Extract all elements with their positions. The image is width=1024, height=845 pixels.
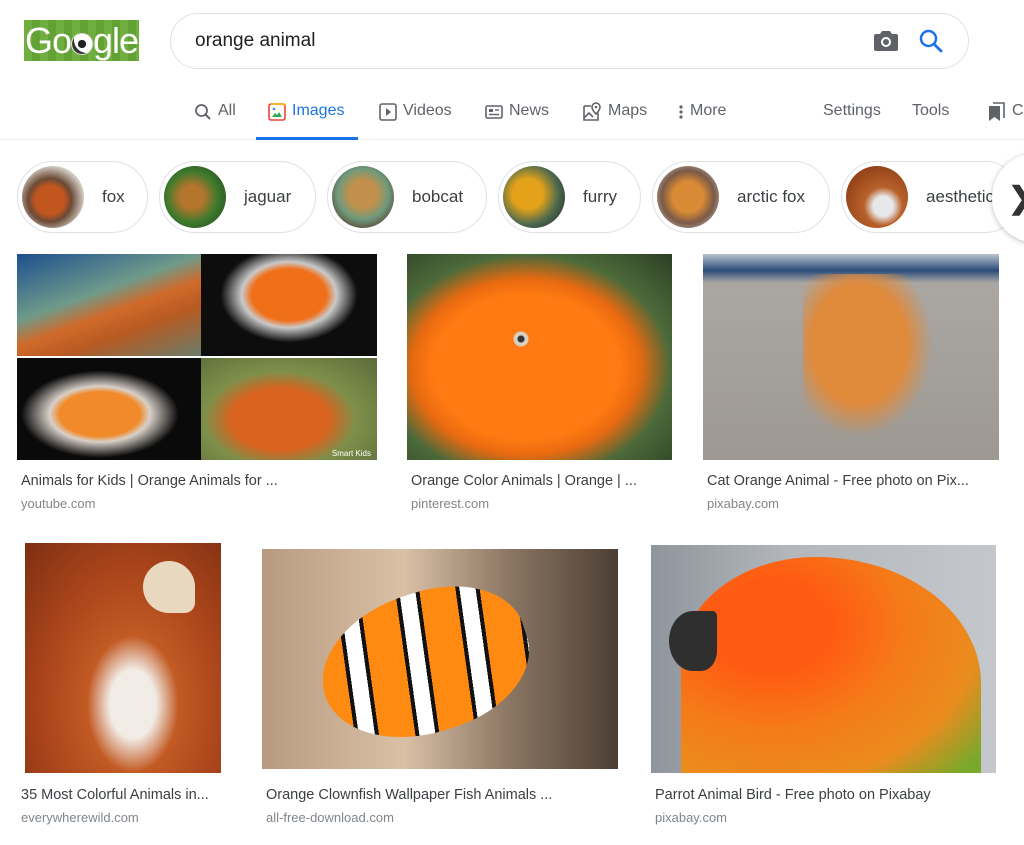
result-source[interactable]: everywherewild.com (21, 810, 139, 825)
tab-label: Videos (403, 102, 452, 119)
parrot-beak (669, 611, 717, 671)
chip-furry[interactable]: furry (498, 161, 641, 233)
tools-link[interactable]: Tools (912, 88, 949, 140)
settings-link[interactable]: Settings (823, 88, 881, 140)
news-icon (485, 102, 503, 122)
tab-images[interactable]: Images (256, 88, 359, 140)
tab-maps[interactable]: Maps (582, 88, 647, 140)
chip-arctic-fox[interactable]: arctic fox (652, 161, 830, 233)
result-title[interactable]: Cat Orange Animal - Free photo on Pix... (707, 473, 969, 489)
tab-news[interactable]: News (485, 88, 549, 140)
result-thumbnail (262, 549, 618, 769)
result-title[interactable]: 35 Most Colorful Animals in... (21, 787, 209, 803)
chip-label: bobcat (412, 187, 464, 206)
search-icon[interactable] (918, 28, 944, 54)
chip-jaguar[interactable]: jaguar (159, 161, 316, 233)
tab-label: All (218, 102, 236, 119)
chip-thumbnail (503, 166, 565, 228)
crayfish-photo (17, 358, 201, 460)
chevron-right-icon: ❯ (1008, 181, 1024, 216)
result-title[interactable]: Parrot Animal Bird - Free photo on Pixab… (655, 787, 931, 803)
chip-label: jaguar (244, 187, 292, 206)
fox-photo (17, 254, 201, 356)
chip-thumbnail (22, 166, 84, 228)
image-result[interactable]: Orange Clownfish Wallpaper Fish Animals … (262, 543, 620, 833)
tab-label: Images (292, 102, 345, 119)
panda-ear (143, 561, 195, 613)
chip-label: furry (583, 187, 617, 206)
chip-fox[interactable]: fox (17, 161, 148, 233)
play-icon (379, 102, 397, 122)
collections-label: C (1012, 102, 1024, 119)
result-source[interactable]: all-free-download.com (266, 810, 394, 825)
koi-photo (201, 254, 377, 356)
chip-thumbnail (846, 166, 908, 228)
result-thumbnail (651, 545, 996, 773)
result-source[interactable]: pixabay.com (655, 810, 727, 825)
result-thumbnail (703, 254, 999, 460)
result-source[interactable]: youtube.com (21, 496, 95, 511)
result-source[interactable]: pixabay.com (707, 496, 779, 511)
result-thumbnail (407, 254, 672, 460)
result-title[interactable]: Orange Clownfish Wallpaper Fish Animals … (266, 787, 552, 803)
image-result[interactable]: Cat Orange Animal - Free photo on Pix...… (703, 254, 999, 514)
image-result[interactable]: Orange Color Animals | Orange | ... pint… (407, 254, 673, 514)
result-source[interactable]: pinterest.com (411, 496, 489, 511)
parrot-shape (681, 557, 981, 773)
cat-shape (803, 274, 943, 449)
result-title[interactable]: Orange Color Animals | Orange | ... (411, 473, 637, 489)
tab-label: Maps (608, 102, 648, 119)
result-title[interactable]: Animals for Kids | Orange Animals for ..… (21, 473, 278, 489)
watermark: Smart Kids (331, 449, 371, 458)
result-thumbnail: Smart Kids (17, 254, 377, 460)
map-pin-icon (582, 102, 602, 122)
chip-bobcat[interactable]: bobcat (327, 161, 487, 233)
bookmark-icon (988, 102, 1006, 122)
chip-thumbnail (657, 166, 719, 228)
chip-thumbnail (332, 166, 394, 228)
related-searches: fox jaguar bobcat furry arctic fox aesth… (0, 161, 1024, 235)
image-result[interactable]: 35 Most Colorful Animals in... everywher… (17, 543, 231, 833)
tab-label: More (690, 102, 727, 119)
chip-thumbnail (164, 166, 226, 228)
tab-videos[interactable]: Videos (379, 88, 452, 140)
search-box (170, 13, 969, 69)
logo-text-start: Go (24, 20, 72, 61)
chip-label: aesthetic (926, 187, 995, 206)
image-result[interactable]: Parrot Animal Bird - Free photo on Pixab… (651, 543, 997, 833)
image-icon (268, 102, 286, 122)
collections-link[interactable]: C (988, 88, 1024, 140)
result-thumbnail (25, 543, 221, 773)
search-nav: All Images Videos News Maps More Setting… (0, 88, 1024, 140)
more-vert-icon (678, 102, 684, 122)
search-icon (194, 102, 212, 122)
search-input[interactable] (195, 30, 835, 52)
image-result[interactable]: Smart Kids Animals for Kids | Orange Ani… (17, 254, 377, 514)
tab-more[interactable]: More (678, 88, 726, 140)
logo-text-end: gle (92, 20, 139, 61)
settings-label: Settings (823, 102, 881, 119)
chip-label: arctic fox (737, 187, 806, 206)
tab-all[interactable]: All (194, 88, 236, 140)
bird-eye (512, 330, 530, 348)
clownfish-shape (303, 563, 547, 763)
soccer-ball-icon (70, 33, 93, 55)
cow-photo (201, 358, 377, 460)
camera-icon[interactable] (874, 30, 898, 52)
google-logo[interactable]: Go gle (24, 20, 139, 61)
tab-label: News (509, 102, 550, 119)
chip-label: fox (102, 187, 125, 206)
tools-label: Tools (912, 102, 950, 119)
